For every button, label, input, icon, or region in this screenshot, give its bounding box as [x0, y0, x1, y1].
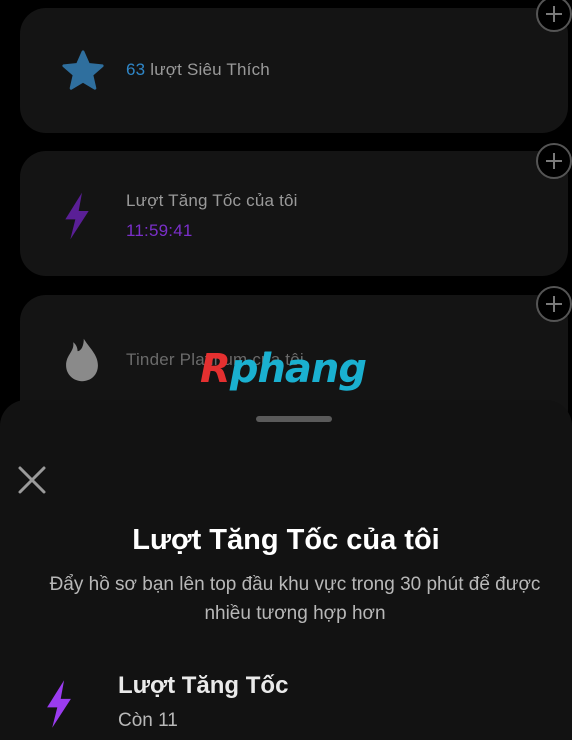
boost-item-count: Còn 11 [118, 710, 178, 731]
super-likes-count: 63 [126, 60, 146, 79]
watermark-logo: Rphang [200, 346, 367, 392]
boosts-card[interactable]: Lượt Tăng Tốc của tôi 11:59:41 [20, 151, 568, 276]
sheet-description: Đẩy hồ sơ bạn lên top đầu khu vực trong … [49, 574, 541, 624]
watermark-rest: phang [229, 346, 367, 392]
super-likes-text: lượt Siêu Thích [145, 60, 270, 79]
add-platinum-button[interactable] [536, 286, 572, 322]
super-likes-label: 63 lượt Siêu Thích [126, 60, 270, 80]
super-likes-card[interactable]: 63 lượt Siêu Thích [20, 8, 568, 133]
watermark-first: R [200, 346, 231, 392]
boost-bottom-sheet: Lượt Tăng Tốc của tôi Đẩy hồ sơ bạn lên … [0, 400, 572, 740]
sheet-title: Lượt Tăng Tốc của tôi [132, 524, 440, 556]
add-boosts-button[interactable] [536, 143, 572, 179]
star-icon [62, 50, 104, 90]
close-icon[interactable] [16, 464, 48, 496]
bolt-icon [47, 680, 71, 728]
tinder-flame-icon [66, 338, 98, 382]
boosts-label: Lượt Tăng Tốc của tôi [126, 191, 298, 210]
bolt-icon [65, 192, 89, 240]
sheet-drag-handle[interactable] [256, 416, 332, 422]
boost-timer: 11:59:41 [126, 221, 193, 240]
boost-item-title: Lượt Tăng Tốc [118, 672, 289, 699]
